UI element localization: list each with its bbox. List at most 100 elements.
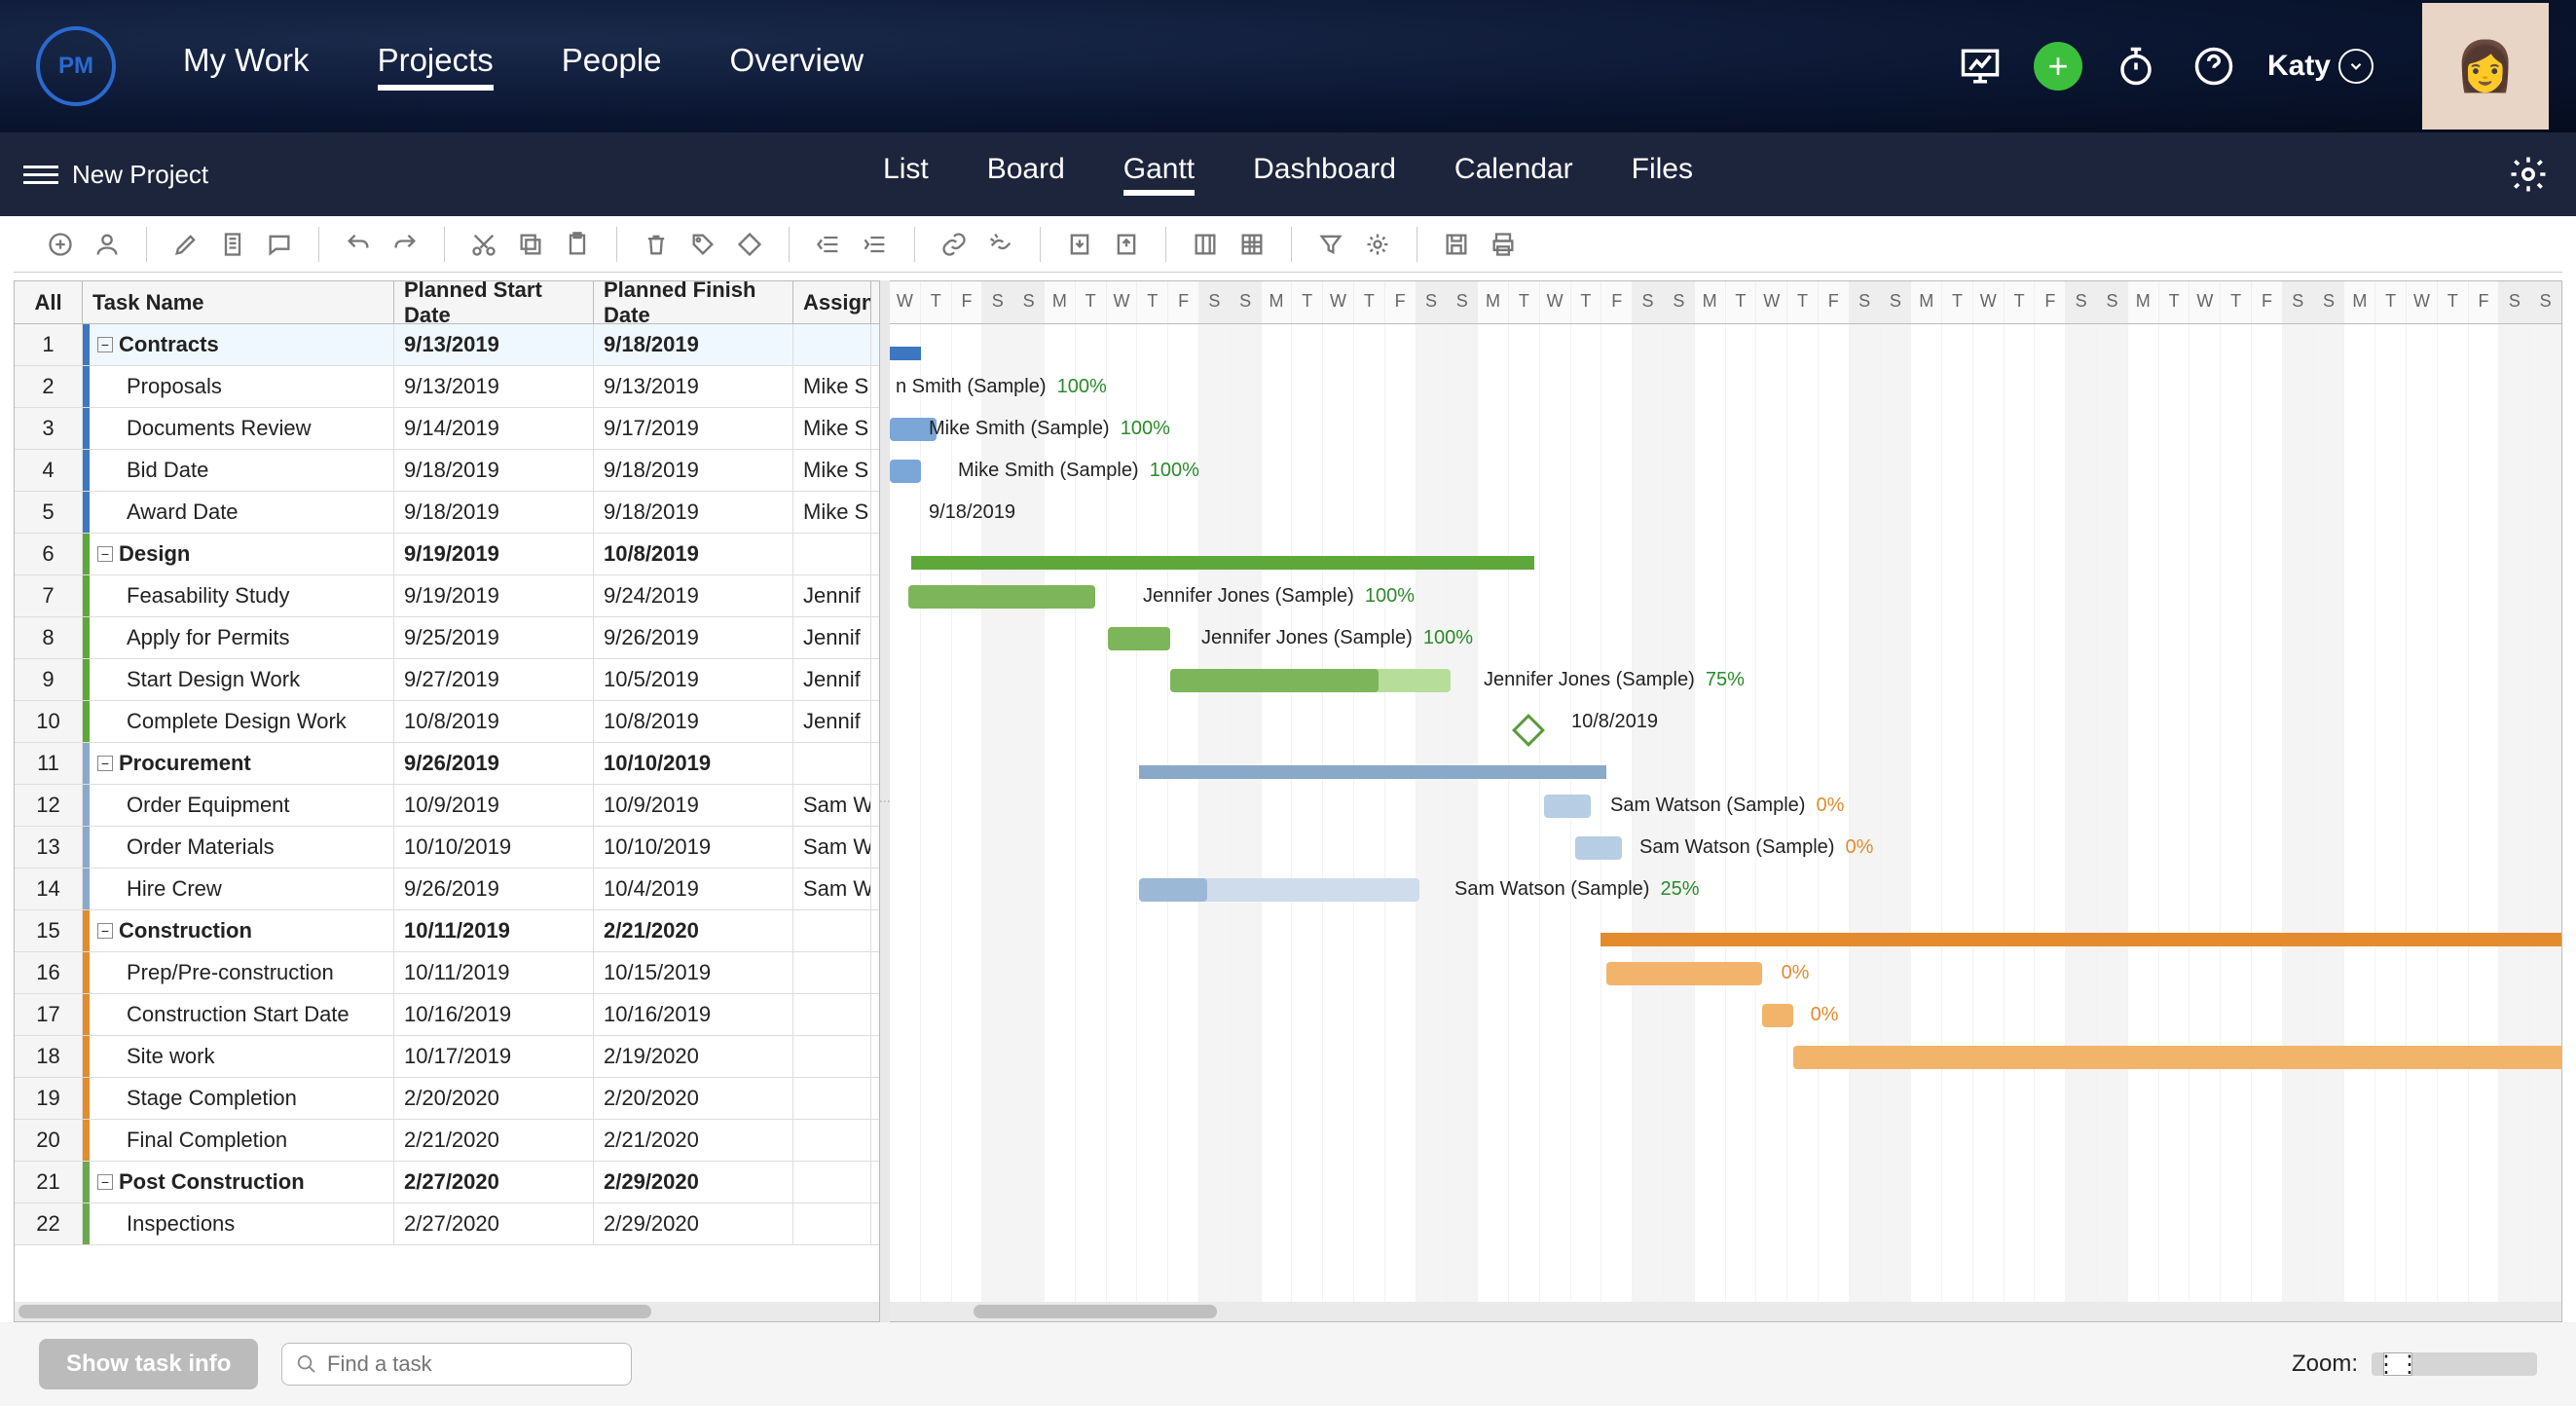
tab-board[interactable]: Board xyxy=(987,153,1065,196)
assign-user-icon[interactable] xyxy=(90,227,125,262)
tab-gantt[interactable]: Gantt xyxy=(1123,153,1195,196)
avatar[interactable]: 👩 xyxy=(2422,3,2549,130)
gantt-bar[interactable] xyxy=(1606,962,1762,985)
show-task-info-button[interactable]: Show task info xyxy=(39,1339,258,1389)
col-task-name[interactable]: Task Name xyxy=(83,281,394,323)
gantt-bar[interactable] xyxy=(908,585,1095,609)
link-icon[interactable] xyxy=(937,227,972,262)
table-row[interactable]: 4Bid Date9/18/20199/18/2019Mike S xyxy=(15,450,879,492)
gantt-bar[interactable] xyxy=(1544,795,1591,818)
gantt-h-scroll-thumb[interactable] xyxy=(974,1305,1217,1318)
settings-icon[interactable] xyxy=(2504,150,2553,199)
table-row[interactable]: 15−Construction10/11/20192/21/2020 xyxy=(15,910,879,952)
copy-icon[interactable] xyxy=(513,227,548,262)
import-icon[interactable] xyxy=(1062,227,1097,262)
gantt-h-scrollbar[interactable] xyxy=(890,1302,2561,1321)
undo-icon[interactable] xyxy=(341,227,376,262)
search-input[interactable] xyxy=(327,1351,617,1377)
nav-people[interactable]: People xyxy=(562,42,662,91)
gantt-bar[interactable] xyxy=(1575,836,1622,860)
table-row[interactable]: 19Stage Completion2/20/20202/20/2020 xyxy=(15,1078,879,1120)
table-row[interactable]: 9Start Design Work9/27/201910/5/2019Jenn… xyxy=(15,659,879,701)
table-row[interactable]: 3Documents Review9/14/20199/17/2019Mike … xyxy=(15,408,879,450)
presentation-icon[interactable] xyxy=(1956,42,2005,91)
export-icon[interactable] xyxy=(1109,227,1144,262)
table-row[interactable]: 11−Procurement9/26/201910/10/2019 xyxy=(15,743,879,785)
table-row[interactable]: 13Order Materials10/10/201910/10/2019Sam… xyxy=(15,827,879,869)
redo-icon[interactable] xyxy=(387,227,423,262)
indent-icon[interactable] xyxy=(858,227,893,262)
unlink-icon[interactable] xyxy=(983,227,1018,262)
table-row[interactable]: 17Construction Start Date10/16/201910/16… xyxy=(15,994,879,1036)
gantt-bar[interactable] xyxy=(1170,669,1379,692)
comment-icon[interactable] xyxy=(262,227,297,262)
zoom-slider[interactable]: ⋮⋮ xyxy=(2372,1352,2537,1376)
collapse-icon[interactable]: − xyxy=(97,337,113,352)
gantt-bar[interactable] xyxy=(1762,1004,1793,1027)
gantt-bar[interactable] xyxy=(1793,1046,2562,1069)
table-row[interactable]: 7Feasability Study9/19/20199/24/2019Jenn… xyxy=(15,575,879,617)
tab-calendar[interactable]: Calendar xyxy=(1454,153,1573,196)
hamburger-icon[interactable] xyxy=(23,157,58,192)
save-icon[interactable] xyxy=(1439,227,1474,262)
diamond-icon[interactable] xyxy=(732,227,767,262)
gantt-bar[interactable] xyxy=(890,460,921,483)
pane-splitter[interactable]: ⋮ xyxy=(880,280,890,1322)
logo[interactable]: PM xyxy=(27,18,125,115)
gantt-summary-bar[interactable] xyxy=(1139,765,1606,779)
col-assigned[interactable]: Assigned xyxy=(793,281,871,323)
gantt-bar[interactable] xyxy=(1139,878,1207,902)
col-finish[interactable]: Planned Finish Date xyxy=(594,281,793,323)
add-task-icon[interactable] xyxy=(43,227,78,262)
tag-icon[interactable] xyxy=(685,227,720,262)
table-row[interactable]: 22Inspections2/27/20202/29/2020 xyxy=(15,1203,879,1245)
col-start[interactable]: Planned Start Date xyxy=(394,281,594,323)
tab-dashboard[interactable]: Dashboard xyxy=(1253,153,1396,196)
paste-icon[interactable] xyxy=(560,227,595,262)
gantt-body[interactable]: n Smith (Sample) 100%Mike Smith (Sample)… xyxy=(890,324,2561,1302)
nav-my-work[interactable]: My Work xyxy=(183,42,310,91)
collapse-icon[interactable]: − xyxy=(97,923,113,939)
gantt-summary-bar[interactable] xyxy=(911,556,1534,570)
zoom-thumb[interactable]: ⋮⋮ xyxy=(2383,1352,2412,1376)
filter-icon[interactable] xyxy=(1313,227,1348,262)
table-row[interactable]: 10Complete Design Work10/8/201910/8/2019… xyxy=(15,701,879,743)
nav-projects[interactable]: Projects xyxy=(378,42,494,91)
nav-overview[interactable]: Overview xyxy=(730,42,865,91)
gantt-bar[interactable] xyxy=(1108,627,1170,650)
edit-icon[interactable] xyxy=(168,227,203,262)
table-row[interactable]: 6−Design9/19/201910/8/2019 xyxy=(15,534,879,575)
add-button[interactable]: + xyxy=(2034,42,2082,91)
table-row[interactable]: 8Apply for Permits9/25/20199/26/2019Jenn… xyxy=(15,617,879,659)
table-row[interactable]: 21−Post Construction2/27/20202/29/2020 xyxy=(15,1162,879,1203)
delete-icon[interactable] xyxy=(639,227,674,262)
user-menu[interactable]: Katy xyxy=(2267,49,2374,84)
print-icon[interactable] xyxy=(1486,227,1521,262)
settings-small-icon[interactable] xyxy=(1360,227,1395,262)
help-icon[interactable] xyxy=(2190,42,2238,91)
col-all[interactable]: All xyxy=(15,281,83,323)
table-h-scrollbar[interactable] xyxy=(15,1302,879,1321)
tab-files[interactable]: Files xyxy=(1632,153,1693,196)
notes-icon[interactable] xyxy=(215,227,250,262)
cut-icon[interactable] xyxy=(466,227,501,262)
milestone-diamond[interactable] xyxy=(1512,714,1545,747)
table-row[interactable]: 14Hire Crew9/26/201910/4/2019Sam W xyxy=(15,869,879,910)
gantt-summary-bar[interactable] xyxy=(1601,933,2562,946)
table-row[interactable]: 12Order Equipment10/9/201910/9/2019Sam W xyxy=(15,785,879,827)
table-h-scroll-thumb[interactable] xyxy=(18,1305,651,1318)
outdent-icon[interactable] xyxy=(811,227,846,262)
search-box[interactable] xyxy=(281,1343,632,1386)
grid-icon[interactable] xyxy=(1234,227,1270,262)
timer-icon[interactable] xyxy=(2112,42,2160,91)
table-row[interactable]: 16Prep/Pre-construction10/11/201910/15/2… xyxy=(15,952,879,994)
collapse-icon[interactable]: − xyxy=(97,756,113,771)
tab-list[interactable]: List xyxy=(883,153,929,196)
collapse-icon[interactable]: − xyxy=(97,546,113,562)
table-row[interactable]: 5Award Date9/18/20199/18/2019Mike S xyxy=(15,492,879,534)
columns-icon[interactable] xyxy=(1188,227,1223,262)
table-row[interactable]: 20Final Completion2/21/20202/21/2020 xyxy=(15,1120,879,1162)
collapse-icon[interactable]: − xyxy=(97,1174,113,1190)
table-row[interactable]: 1−Contracts9/13/20199/18/2019 xyxy=(15,324,879,366)
gantt-summary-bar[interactable] xyxy=(890,347,921,360)
